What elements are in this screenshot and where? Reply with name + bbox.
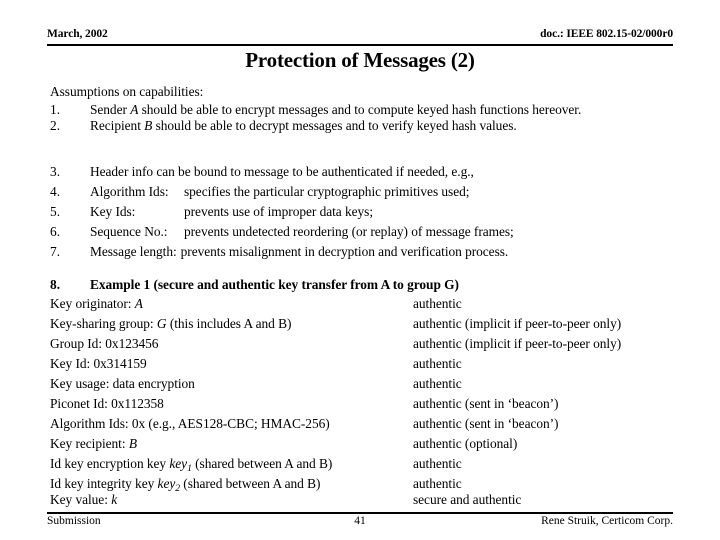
variable: key — [169, 456, 188, 471]
attribute-row-label: Key Id: 0x314159 — [50, 356, 147, 372]
example-number: 8. — [50, 277, 61, 292]
attribute-text: Key usage: data encryption — [50, 376, 195, 391]
list-item: Sender A should be able to encrypt messa… — [90, 102, 581, 118]
list-item-description: prevents use of improper data keys; — [184, 204, 374, 219]
variable: G — [156, 316, 167, 331]
attribute-row-value: authentic — [413, 356, 462, 371]
list-item-label: Key Ids: — [90, 204, 136, 219]
attribute-text-tail: (shared between A and B) — [191, 456, 333, 471]
attribute-row-value: authentic (sent in ‘beacon’) — [413, 416, 559, 431]
list-item-label: Algorithm Ids: — [90, 184, 169, 199]
list-number: 1. — [50, 102, 61, 117]
attribute-row-label: Key originator: A — [50, 296, 143, 312]
attribute-text: Id key encryption key — [50, 456, 170, 471]
list-item: Recipient B should be able to decrypt me… — [90, 118, 517, 134]
attribute-row-value: authentic (implicit if peer-to-peer only… — [413, 316, 622, 331]
list-item-description: specifies the particular cryptographic p… — [184, 184, 470, 199]
list-number: 2. — [50, 118, 61, 133]
attribute-row-label: Piconet Id: 0x112358 — [50, 396, 164, 412]
list-number: 6. — [50, 224, 61, 239]
list-number: 4. — [50, 184, 61, 199]
attribute-text: Key value: — [50, 492, 112, 507]
list-item-prefix: Recipient — [90, 118, 145, 133]
attribute-row-value: authentic — [413, 456, 462, 471]
attribute-row-label: Key recipient: B — [50, 436, 137, 452]
attribute-row-value: authentic (optional) — [413, 436, 518, 451]
slide-body: Assumptions on capabilities: 1. Sender A… — [0, 0, 720, 540]
assumptions-heading: Assumptions on capabilities: — [50, 84, 204, 99]
footer-divider — [47, 512, 673, 514]
attribute-text: Algorithm Ids: 0x (e.g., AES128-CBC; HMA… — [50, 416, 330, 431]
slide-footer: Submission 41 Rene Struik, Certicom Corp… — [47, 515, 673, 531]
attribute-row-value: authentic — [413, 376, 462, 391]
attribute-row-label: Key usage: data encryption — [50, 376, 195, 392]
variable: A — [134, 296, 143, 311]
list-item: Key Ids: prevents use of improper data ke… — [90, 204, 373, 220]
attribute-text: Id key integrity key — [50, 476, 158, 491]
attribute-text: Key-sharing group: — [50, 316, 157, 331]
variable: key — [157, 476, 176, 491]
attribute-row-value: authentic — [413, 296, 462, 311]
list-item-suffix: should be able to decrypt messages and t… — [152, 118, 517, 133]
list-item-prefix: Sender — [90, 102, 131, 117]
list-number: 5. — [50, 204, 61, 219]
attribute-text: Group Id: 0x123456 — [50, 336, 159, 351]
list-number: 7. — [50, 244, 61, 259]
footer-author: Rene Struik, Certicom Corp. — [541, 515, 673, 527]
attribute-row-label: Algorithm Ids: 0x (e.g., AES128-CBC; HMA… — [50, 416, 330, 432]
attribute-text: Key Id: 0x314159 — [50, 356, 147, 371]
list-item-description: prevents undetected reordering (or repla… — [184, 224, 514, 239]
attribute-row-value: authentic (implicit if peer-to-peer only… — [413, 336, 622, 351]
attribute-row-label: Group Id: 0x123456 — [50, 336, 159, 352]
list-item-suffix: should be able to encrypt messages and t… — [138, 102, 582, 117]
attribute-row-value: secure and authentic — [413, 492, 522, 507]
variable: k — [111, 492, 118, 507]
attribute-text: Key originator: — [50, 296, 135, 311]
list-item-label: Sequence No.: — [90, 224, 168, 239]
attribute-text: Key recipient: — [50, 436, 129, 451]
attribute-text-tail: (shared between A and B) — [179, 476, 321, 491]
slide: March, 2002 doc.: IEEE 802.15-02/000r0 P… — [0, 0, 720, 540]
attribute-text-tail: (this includes A and B) — [166, 316, 292, 331]
list-item: Sequence No.: prevents undetected reorder… — [90, 224, 514, 240]
variable: B — [128, 436, 137, 451]
example-title: Example 1 (secure and authentic key tran… — [90, 277, 459, 292]
list-item: Header info can be bound to message to b… — [90, 164, 474, 179]
attribute-row-label: Key value: k — [50, 492, 117, 508]
attribute-row-label: Id key encryption key key1 (shared betwe… — [50, 456, 332, 477]
list-number: 3. — [50, 164, 61, 179]
list-item-label: Message length: — [90, 244, 177, 259]
attribute-row-value: authentic (sent in ‘beacon’) — [413, 396, 559, 411]
attribute-text: Piconet Id: 0x112358 — [50, 396, 164, 411]
attribute-row-value: authentic — [413, 476, 462, 491]
attribute-row-label: Key-sharing group: G (this includes A an… — [50, 316, 291, 332]
list-item: Algorithm Ids: specifies the particular c… — [90, 184, 469, 200]
list-item: Message length: prevents misalignment in … — [90, 244, 508, 260]
list-item-description: prevents misalignment in decryption and … — [180, 244, 509, 259]
